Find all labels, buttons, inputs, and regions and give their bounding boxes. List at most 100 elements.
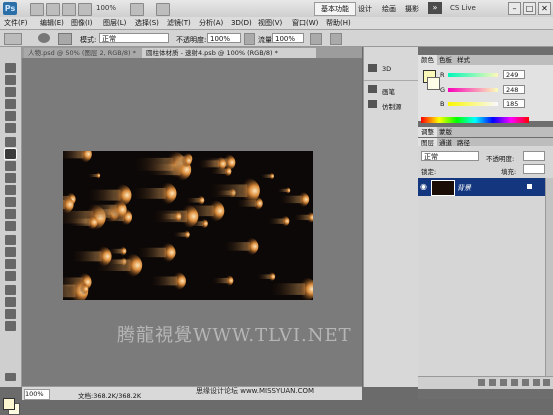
brush-tool-icon[interactable] [4,148,17,160]
tab-swatches[interactable]: 色板 [436,55,455,65]
zoom-level[interactable]: 100% [96,4,116,12]
healing-brush-tool-icon[interactable] [5,137,16,147]
type-tool-icon[interactable] [5,247,16,257]
workspace-painting[interactable]: 绘画 [382,4,396,14]
menu-help[interactable]: 帮助(H) [326,18,351,28]
close-button[interactable]: ✕ [538,2,551,15]
workspace-photography[interactable]: 摄影 [405,4,419,14]
tab-people-psd[interactable]: 人物.psd @ 50% (图层 2, RGB/8) * [24,48,142,58]
layer-name[interactable]: 背景 [457,183,471,193]
tab-adjustments[interactable]: 调整 [418,127,437,137]
menu-file[interactable]: 文件(F) [4,18,28,28]
workspace-design[interactable]: 设计 [358,4,372,14]
document-image[interactable] [63,151,313,300]
adjustment-layer-icon[interactable] [511,379,518,386]
layer-style-icon[interactable] [489,379,496,386]
tab-masks[interactable]: 蒙版 [436,127,455,137]
tab-cylinder-material[interactable]: 圆柱体材质 - 速射4.psb @ 100% (RGB/8) * [142,48,316,58]
menu-image[interactable]: 图像(I) [71,18,93,28]
zoom-tool-icon[interactable] [5,321,16,331]
pressure-opacity-icon[interactable] [244,33,255,45]
eraser-tool-icon[interactable] [5,185,16,195]
dodge-tool-icon[interactable] [5,221,16,231]
menu-select[interactable]: 选择(S) [135,18,159,28]
hand-tool-icon[interactable] [5,309,16,319]
visibility-eye-icon[interactable]: ◉ [420,182,427,191]
clone-stamp-tool-icon[interactable] [5,161,16,171]
hand-icon[interactable] [78,3,92,16]
menu-filter[interactable]: 滤镜(T) [167,18,191,28]
airbrush-icon[interactable] [310,33,322,45]
3d-orbit-tool-icon[interactable] [5,297,16,307]
quick-mask-icon[interactable] [5,373,16,381]
screen-mode-icon[interactable] [156,3,170,16]
layer-opacity-field[interactable] [523,151,545,161]
minimize-button[interactable]: – [508,2,521,15]
3d-icon[interactable] [368,64,377,72]
channel-r-slider[interactable] [448,73,498,77]
mini-bridge-icon[interactable] [46,3,60,16]
crop-tool-icon[interactable] [5,111,16,121]
gradient-tool-icon[interactable] [5,197,16,207]
shape-tool-icon[interactable] [5,271,16,281]
marquee-tool-icon[interactable] [5,75,16,85]
brush-panel-icon[interactable] [58,33,72,45]
channel-b-slider[interactable] [448,102,498,106]
arrange-documents-icon[interactable] [130,3,144,16]
channel-g-value[interactable]: 248 [503,85,525,94]
blur-tool-icon[interactable] [5,209,16,219]
menu-analysis[interactable]: 分析(A) [199,18,223,28]
trash-icon[interactable] [543,379,550,386]
brush-icon[interactable] [368,85,377,93]
channel-b-label: B [440,100,445,108]
cs-live-button[interactable]: CS Live [450,4,476,12]
blend-mode-select[interactable]: 正常 [421,151,479,161]
more-workspaces-button[interactable]: » [428,2,442,14]
channel-g-slider[interactable] [448,88,498,92]
maximize-button[interactable]: □ [523,2,536,15]
strip-item-3d[interactable]: 3D [382,65,391,73]
workspace-essentials[interactable]: 基本功能 [314,2,356,16]
menu-window[interactable]: 窗口(W) [292,18,318,28]
move-tool-icon[interactable] [5,63,16,73]
link-layers-icon[interactable] [478,379,485,386]
eyedropper-tool-icon[interactable] [5,123,16,133]
pen-tool-icon[interactable] [5,235,16,245]
flow-field[interactable]: 100% [272,33,304,43]
menu-layer[interactable]: 图层(L) [103,18,126,28]
extras-icon[interactable] [62,3,76,16]
new-group-icon[interactable] [522,379,529,386]
tool-preset-icon[interactable] [4,33,22,45]
path-selection-tool-icon[interactable] [5,259,16,269]
layers-scrollbar[interactable] [545,178,553,376]
layer-opacity-label: 不透明度: [486,155,515,163]
bridge-icon[interactable] [30,3,44,16]
tab-color[interactable]: 颜色 [418,55,437,65]
strip-item-brush[interactable]: 画笔 [382,86,395,96]
mode-select[interactable]: 正常 [99,33,169,43]
quick-select-tool-icon[interactable] [5,99,16,109]
tab-styles[interactable]: 样式 [454,55,473,65]
lasso-tool-icon[interactable] [5,87,16,97]
status-zoom-field[interactable]: 100% [24,389,50,400]
foreground-color-swatch[interactable] [3,398,15,410]
background-color-chip[interactable] [427,77,440,90]
fill-field[interactable] [523,164,545,174]
brush-preset-icon[interactable] [38,33,50,43]
new-layer-icon[interactable] [533,379,540,386]
channel-r-value[interactable]: 249 [503,70,525,79]
mode-label: 模式: [80,36,97,44]
add-mask-icon[interactable] [500,379,507,386]
menu-3d[interactable]: 3D(D) [231,18,252,28]
3d-rotate-tool-icon[interactable] [5,285,16,295]
pressure-size-icon[interactable] [330,33,342,45]
menu-edit[interactable]: 编辑(E) [40,18,64,28]
clone-source-icon[interactable] [368,100,377,108]
opacity-field[interactable]: 100% [207,33,241,43]
strip-item-clone-source[interactable]: 仿制源 [382,101,402,111]
menu-view[interactable]: 视图(V) [258,18,282,28]
photoshop-logo: Ps [3,2,17,15]
history-brush-tool-icon[interactable] [5,173,16,183]
channel-b-value[interactable]: 185 [503,99,525,108]
color-spectrum-bar[interactable] [421,117,529,123]
